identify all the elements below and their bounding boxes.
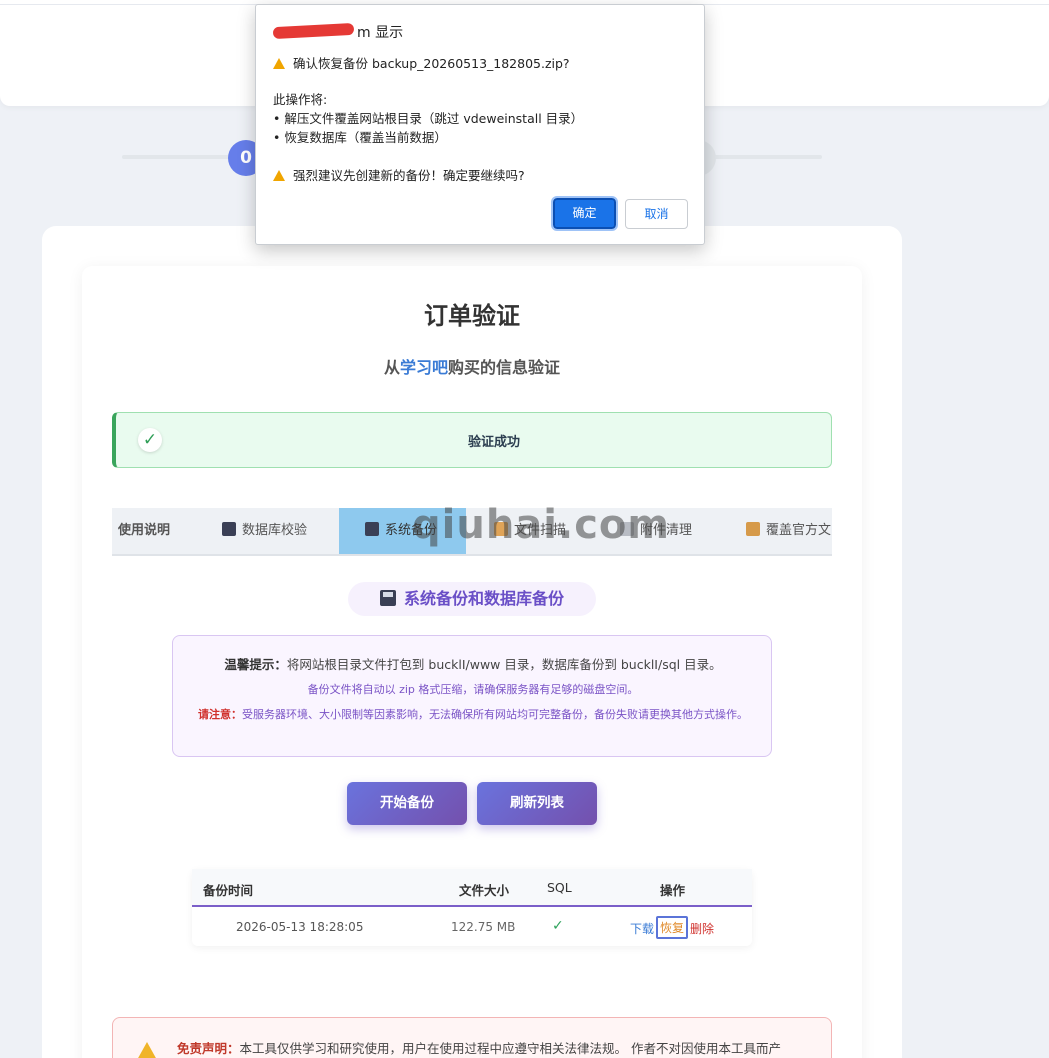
- notice-tip: 温馨提示：将网站根目录文件打包到 bucklI/www 目录，数据库备份到 bu…: [173, 654, 773, 673]
- section-title: 系统备份和数据库备份: [403, 589, 564, 608]
- restore-link[interactable]: 恢复: [656, 916, 689, 939]
- refresh-list-button[interactable]: 刷新列表: [477, 782, 597, 825]
- step-connector-left: [122, 155, 232, 159]
- warning-icon: [273, 170, 285, 181]
- dialog-origin: m 显示: [272, 22, 404, 42]
- header-backup-time: 备份时间: [203, 883, 254, 898]
- redaction-mark: [272, 22, 355, 40]
- header-sql: SQL: [547, 880, 572, 895]
- start-backup-button[interactable]: 开始备份: [347, 782, 467, 825]
- disclaimer-text: 免责声明：本工具仅供学习和研究使用，用户在使用过程中应遵守相关法律法规。 作者不…: [177, 1038, 827, 1057]
- table-header: 备份时间 文件大小 SQL 操作: [192, 869, 752, 907]
- delete-link[interactable]: 删除: [690, 920, 714, 937]
- tab-usage-label: 使用说明: [118, 523, 171, 538]
- section-heading: 系统备份和数据库备份: [348, 582, 596, 616]
- success-message: 验证成功: [467, 435, 520, 450]
- subtitle-prefix: 从: [383, 358, 400, 377]
- confirm-cancel-button[interactable]: 取消: [625, 199, 688, 229]
- backup-notice: 温馨提示：将网站根目录文件打包到 bucklI/www 目录，数据库备份到 bu…: [172, 635, 772, 757]
- notice-attention: 请注意：受服务器环境、大小限制等因素影响，无法确保所有网站均可完整备份，备份失败…: [189, 705, 757, 724]
- attention-text: 受服务器环境、大小限制等因素影响，无法确保所有网站均可完整备份，备份失败请更换其…: [242, 708, 748, 721]
- tab-database-check-label: 数据库校验: [242, 523, 308, 538]
- page-subtitle: 从学习吧购买的信息验证: [82, 354, 862, 378]
- verification-success-banner: ✓ 验证成功: [112, 412, 832, 468]
- disclaimer-label: 免责声明：: [177, 1041, 240, 1056]
- dialog-bullet-database: • 恢复数据库（覆盖当前数据）: [273, 130, 447, 145]
- attention-label: 请注意：: [198, 708, 242, 721]
- tab-database-check[interactable]: 数据库校验: [222, 508, 307, 554]
- package-icon: [746, 522, 760, 536]
- warning-icon: [137, 1042, 157, 1058]
- confirm-ok-button[interactable]: 确定: [551, 196, 618, 231]
- dialog-question-text: 确认恢复备份 backup_20260513_182805.zip?: [293, 56, 570, 71]
- step-connector-right: [714, 155, 822, 159]
- tab-overwrite-official[interactable]: 覆盖官方文: [746, 508, 831, 554]
- database-icon: [222, 522, 236, 536]
- warning-icon: [273, 58, 285, 69]
- tab-usage[interactable]: 使用说明: [118, 508, 170, 554]
- dialog-warning: 强烈建议先创建新的备份！确定要继续吗?: [273, 165, 525, 184]
- dialog-warning-text: 强烈建议先创建新的备份！确定要继续吗?: [293, 168, 525, 183]
- floppy-disk-icon: [365, 522, 379, 536]
- tip-label: 温馨提示：: [224, 657, 287, 672]
- watermark: qiuhai.com: [412, 502, 671, 548]
- tip-text: 将网站根目录文件打包到 bucklI/www 目录，数据库备份到 bucklI/…: [286, 657, 722, 672]
- confirm-dialog: m 显示 确认恢复备份 backup_20260513_182805.zip? …: [255, 4, 705, 245]
- header-actions: 操作: [660, 883, 686, 898]
- page-title: 订单验证: [424, 302, 520, 330]
- dialog-origin-text: m 显示: [357, 25, 404, 41]
- subtitle-site-name: 学习吧: [399, 358, 448, 377]
- subtitle-suffix: 购买的信息验证: [448, 358, 561, 377]
- sql-check-icon: ✓: [552, 918, 564, 934]
- dialog-bullet-files: • 解压文件覆盖网站根目录（跳过 vdeweinstall 目录）: [273, 111, 584, 126]
- disclaimer-body: 本工具仅供学习和研究使用，用户在使用过程中应遵守相关法律法规。 作者不对因使用本…: [239, 1041, 781, 1056]
- disclaimer-box: 免责声明：本工具仅供学习和研究使用，用户在使用过程中应遵守相关法律法规。 作者不…: [112, 1017, 832, 1058]
- download-link[interactable]: 下载: [630, 920, 654, 937]
- notice-zip-info: 备份文件将自动以 zip 格式压缩，请确保服务器有足够的磁盘空间。: [307, 683, 639, 696]
- backup-table: 备份时间 文件大小 SQL 操作 2026-05-13 18:28:05 122…: [192, 869, 752, 946]
- dialog-intro: 此操作将:: [273, 92, 328, 107]
- floppy-disk-icon: [379, 590, 396, 606]
- row-file-size: 122.75 MB: [451, 920, 516, 934]
- row-backup-time: 2026-05-13 18:28:05: [236, 920, 364, 934]
- header-file-size: 文件大小: [459, 883, 510, 898]
- dialog-question: 确认恢复备份 backup_20260513_182805.zip?: [273, 53, 570, 72]
- tab-overwrite-official-label: 覆盖官方文: [766, 523, 832, 538]
